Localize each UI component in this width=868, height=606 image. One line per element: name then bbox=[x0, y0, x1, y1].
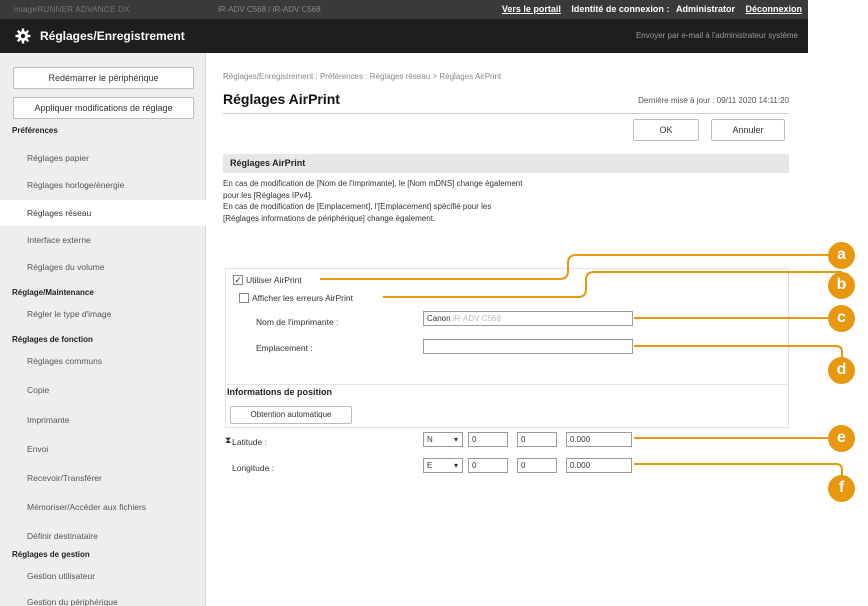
sidebar-item-copy[interactable]: Copie bbox=[0, 377, 206, 403]
top-bar: imageRUNNER ADVANCE DX iR-ADV C568 / iR-… bbox=[0, 0, 808, 19]
sidebar-item-external-interface[interactable]: Interface externe bbox=[0, 227, 206, 253]
longitude-minutes-input[interactable]: 0 bbox=[517, 458, 557, 473]
logout-link[interactable]: Déconnexion bbox=[745, 4, 802, 14]
latitude-direction-value: N bbox=[427, 435, 433, 444]
login-label: Identité de connexion : bbox=[571, 4, 670, 14]
longitude-label: Longitude : bbox=[232, 463, 275, 473]
use-airprint-checkbox[interactable]: ✓ bbox=[233, 275, 243, 285]
title-bar: Réglages/Enregistrement Envoyer par e-ma… bbox=[0, 19, 808, 53]
back-to-top-icon[interactable]: ⧗ bbox=[225, 435, 231, 446]
longitude-seconds-input[interactable]: 0.000 bbox=[566, 458, 632, 473]
breadcrumb: Réglages/Enregistrement : Préférences : … bbox=[223, 72, 502, 81]
callout-b: b bbox=[828, 272, 855, 299]
margin-area bbox=[808, 0, 868, 606]
latitude-minutes-input[interactable]: 0 bbox=[517, 432, 557, 447]
description-line: [Réglages informations de périphérique] … bbox=[223, 213, 436, 223]
last-update: Dernière mise à jour : 09/11 2020 14:11:… bbox=[638, 96, 789, 105]
callout-f: f bbox=[828, 475, 855, 502]
chevron-down-icon: ▾ bbox=[453, 461, 458, 470]
app-title: Réglages/Enregistrement bbox=[40, 29, 185, 43]
gear-icon bbox=[15, 28, 31, 44]
sidebar-section-preferences: Préférences bbox=[12, 126, 58, 135]
description: En cas de modification de [Nom de l'impr… bbox=[223, 178, 653, 224]
page-title: Réglages AirPrint bbox=[223, 91, 340, 107]
longitude-degrees-input[interactable]: 0 bbox=[468, 458, 508, 473]
sidebar: Redémarrer le périphérique Appliquer mod… bbox=[0, 53, 206, 606]
chevron-down-icon: ▾ bbox=[453, 435, 458, 444]
description-line: En cas de modification de [Nom de l'impr… bbox=[223, 179, 523, 188]
printer-name-value: Canon bbox=[427, 314, 451, 323]
callout-e: e bbox=[828, 425, 855, 452]
sidebar-item-destination[interactable]: Définir destinataire bbox=[0, 523, 206, 549]
sidebar-item-common[interactable]: Réglages communs bbox=[0, 348, 206, 374]
sidebar-item-paper[interactable]: Réglages papier bbox=[0, 145, 206, 171]
auto-get-button[interactable]: Obtention automatique bbox=[230, 406, 352, 424]
sidebar-item-image-type[interactable]: Régler le type d'image bbox=[0, 301, 206, 327]
printer-name-label: Nom de l'imprimante : bbox=[256, 317, 339, 327]
main-content: Réglages/Enregistrement : Préférences : … bbox=[207, 53, 808, 606]
apply-changes-button[interactable]: Appliquer modifications de réglage bbox=[13, 97, 194, 119]
title-divider bbox=[223, 113, 789, 114]
latitude-direction-select[interactable]: N ▾ bbox=[423, 432, 463, 447]
longitude-direction-value: E bbox=[427, 461, 433, 470]
sidebar-item-volume[interactable]: Réglages du volume bbox=[0, 254, 206, 280]
latitude-seconds-input[interactable]: 0.000 bbox=[566, 432, 632, 447]
section-header: Réglages AirPrint bbox=[223, 154, 789, 173]
mail-admin-link[interactable]: Envoyer par e-mail à l'administrateur sy… bbox=[636, 31, 798, 40]
callout-d: d bbox=[828, 357, 855, 384]
sidebar-item-clock-energy[interactable]: Réglages horloge/énergie bbox=[0, 172, 206, 198]
sidebar-item-send[interactable]: Envoi bbox=[0, 436, 206, 462]
callout-a: a bbox=[828, 242, 855, 269]
sidebar-section-functions: Réglages de fonction bbox=[12, 335, 93, 344]
sidebar-section-maintenance: Réglage/Maintenance bbox=[12, 288, 94, 297]
portal-link[interactable]: Vers le portail bbox=[502, 4, 561, 14]
show-errors-checkbox[interactable] bbox=[239, 293, 249, 303]
location-input[interactable] bbox=[423, 339, 633, 354]
latitude-degrees-input[interactable]: 0 bbox=[468, 432, 508, 447]
longitude-direction-select[interactable]: E ▾ bbox=[423, 458, 463, 473]
sidebar-item-receive-forward[interactable]: Recevoir/Transférer bbox=[0, 465, 206, 491]
login-user: Administrator bbox=[675, 4, 735, 14]
use-airprint-label: Utiliser AirPrint bbox=[246, 275, 302, 285]
sidebar-section-management: Réglages de gestion bbox=[12, 550, 90, 559]
position-divider bbox=[227, 384, 789, 385]
ok-button[interactable]: OK bbox=[633, 119, 699, 141]
cancel-button[interactable]: Annuler bbox=[711, 119, 785, 141]
sidebar-item-store-access-files[interactable]: Mémoriser/Accéder aux fichiers bbox=[0, 494, 206, 520]
top-links: Vers le portail Identité de connexion : … bbox=[494, 4, 802, 14]
description-line: pour les [Réglages IPv4]. bbox=[223, 190, 313, 200]
sidebar-item-device-management[interactable]: Gestion du périphérique bbox=[0, 589, 206, 606]
device-name: iR-ADV C568 / iR-ADV C568 bbox=[218, 5, 321, 14]
printer-name-input[interactable]: Canon iR-ADV C568 bbox=[423, 311, 633, 326]
show-errors-label: Afficher les erreurs AirPrint bbox=[252, 293, 353, 303]
callout-c: c bbox=[828, 305, 855, 332]
printer-name-model: iR-ADV C568 bbox=[452, 314, 501, 323]
sidebar-item-network[interactable]: Réglages réseau bbox=[0, 200, 206, 226]
description-line: En cas de modification de [Emplacement],… bbox=[223, 202, 492, 211]
latitude-label: Latitude : bbox=[232, 437, 267, 447]
location-label: Emplacement : bbox=[256, 343, 313, 353]
position-info-title: Informations de position bbox=[227, 387, 332, 397]
product-name: imageRUNNER ADVANCE DX bbox=[14, 5, 130, 14]
sidebar-item-user-management[interactable]: Gestion utilisateur bbox=[0, 563, 206, 589]
sidebar-item-printer[interactable]: Imprimante bbox=[0, 407, 206, 433]
restart-device-button[interactable]: Redémarrer le périphérique bbox=[13, 67, 194, 89]
